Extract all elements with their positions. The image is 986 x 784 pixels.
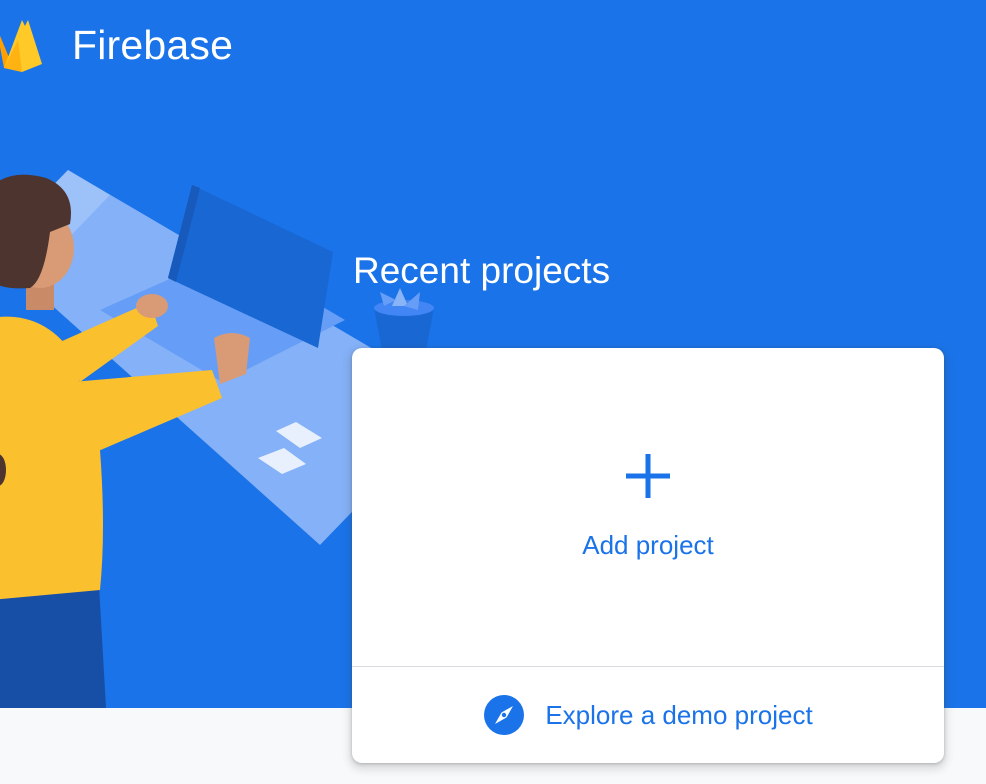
firebase-flame-icon bbox=[0, 20, 42, 72]
project-card: Add project Explore a demo project bbox=[352, 348, 944, 763]
plus-icon bbox=[626, 454, 670, 498]
brand-name: Firebase bbox=[72, 21, 234, 68]
add-project-button[interactable]: Add project bbox=[352, 348, 944, 666]
compass-icon bbox=[484, 695, 525, 735]
add-project-label: Add project bbox=[582, 530, 714, 560]
recent-projects-heading: Recent projects bbox=[353, 250, 611, 291]
explore-demo-project-label: Explore a demo project bbox=[545, 699, 813, 730]
explore-demo-project-button[interactable]: Explore a demo project bbox=[352, 667, 944, 763]
brand[interactable]: Firebase bbox=[0, 18, 233, 72]
